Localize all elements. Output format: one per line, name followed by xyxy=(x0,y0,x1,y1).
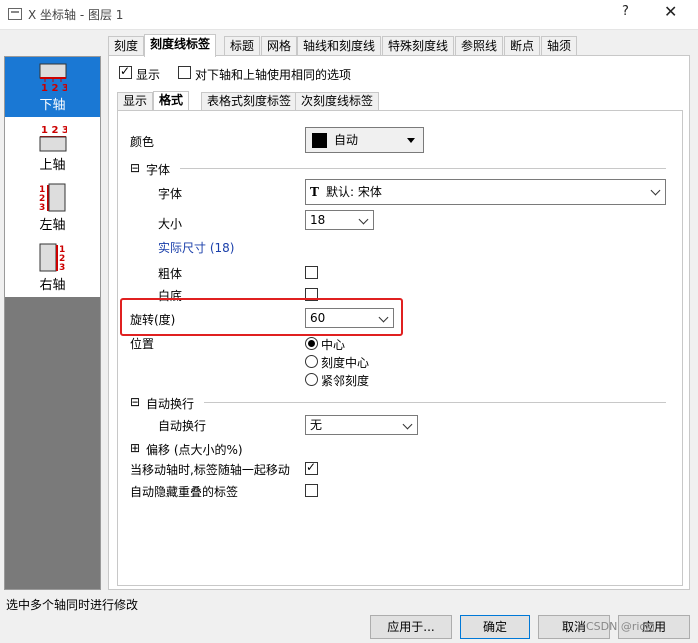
bold-label: 粗体 xyxy=(158,267,183,281)
offset-section-toggle-icon[interactable]: ⊞ xyxy=(130,441,140,455)
wrap-dropdown[interactable]: 无 xyxy=(305,415,418,435)
bold-checkbox[interactable] xyxy=(305,266,318,279)
tab-grid[interactable]: 网格 xyxy=(261,36,298,56)
auto-hide-checkbox[interactable] xyxy=(305,484,318,497)
axis-item-top[interactable]: 1 2 3 上轴 xyxy=(5,117,100,177)
watermark: CSDN @ricki xyxy=(586,620,655,633)
chevron-down-icon xyxy=(402,419,413,430)
tab-breaks[interactable]: 断点 xyxy=(504,36,541,56)
position-label: 位置 xyxy=(130,337,155,351)
svg-text:3: 3 xyxy=(59,263,65,273)
tab-scale[interactable]: 刻度 xyxy=(108,36,145,56)
position-center-radio[interactable] xyxy=(305,337,318,350)
app-icon xyxy=(8,8,22,20)
wrap-section-header: 自动换行 xyxy=(146,397,195,411)
subtab-minor-labels[interactable]: 次刻度线标签 xyxy=(295,92,380,111)
format-panel: 颜色 自动 ⊟ 字体 字体 T 默认: 宋体 大小 18 实际尺寸 (18) 粗… xyxy=(117,110,683,586)
font-dropdown[interactable]: T 默认: 宋体 xyxy=(305,179,666,205)
show-checkbox[interactable] xyxy=(119,64,132,79)
chevron-down-icon xyxy=(358,214,369,225)
position-next-tick-label: 紧邻刻度 xyxy=(321,374,370,388)
font-label: 字体 xyxy=(158,187,183,201)
same-options-checkbox[interactable] xyxy=(178,66,191,79)
bottom-axis-icon: 1 2 3 xyxy=(39,63,67,93)
size-label: 大小 xyxy=(158,217,183,231)
font-section-header: 字体 xyxy=(146,163,171,177)
svg-text:3: 3 xyxy=(39,203,45,213)
axis-label-bottom: 下轴 xyxy=(39,98,66,113)
axis-item-left[interactable]: 1 2 3 左轴 xyxy=(5,177,100,237)
axis-list: 1 2 3 下轴 1 2 3 上轴 1 2 3 左轴 1 2 3 右轴 xyxy=(4,56,101,590)
title-bar: X 坐标轴 - 图层 1 ? ✕ xyxy=(0,0,698,30)
color-dropdown[interactable]: 自动 xyxy=(305,127,424,153)
status-text: 选中多个轴同时进行修改 xyxy=(6,598,139,612)
position-tick-center-radio[interactable] xyxy=(305,355,318,368)
ok-button[interactable]: 确定 xyxy=(460,615,530,639)
position-center-label: 中心 xyxy=(321,338,346,352)
tab-rug[interactable]: 轴须 xyxy=(541,36,578,56)
wrap-value: 无 xyxy=(310,418,323,432)
divider xyxy=(180,168,666,169)
subtab-format[interactable]: 格式 xyxy=(153,91,190,112)
divider xyxy=(204,402,666,403)
move-with-axis-label: 当移动轴时,标签随轴一起移动 xyxy=(130,463,290,477)
dropdown-arrow-icon xyxy=(407,138,415,143)
position-next-tick-radio[interactable] xyxy=(305,373,318,386)
actual-size-link[interactable]: 实际尺寸 (18) xyxy=(158,239,234,256)
chevron-down-icon xyxy=(650,185,661,196)
tab-line-ticks[interactable]: 轴线和刻度线 xyxy=(297,36,382,56)
offset-section-header: 偏移 (点大小的%) xyxy=(146,443,243,457)
tab-reference-lines[interactable]: 参照线 xyxy=(455,36,504,56)
highlight-box xyxy=(120,298,403,336)
font-value: 默认: 宋体 xyxy=(326,185,382,199)
color-swatch xyxy=(312,133,327,148)
auto-hide-label: 自动隐藏重叠的标签 xyxy=(130,485,239,499)
svg-text:1 2 3: 1 2 3 xyxy=(41,83,67,93)
color-value: 自动 xyxy=(334,133,359,147)
axis-item-bottom[interactable]: 1 2 3 下轴 xyxy=(5,57,100,117)
size-dropdown[interactable]: 18 xyxy=(305,210,374,230)
right-axis-icon: 1 2 3 xyxy=(39,243,65,273)
axis-item-right[interactable]: 1 2 3 右轴 xyxy=(5,237,100,297)
help-button[interactable]: ? xyxy=(622,4,629,19)
tab-special-ticks[interactable]: 特殊刻度线 xyxy=(382,36,455,56)
left-axis-icon: 1 2 3 xyxy=(39,183,66,213)
wrap-section-toggle-icon[interactable]: ⊟ xyxy=(130,395,140,409)
size-value: 18 xyxy=(310,213,326,227)
axis-label-left: 左轴 xyxy=(39,218,66,233)
svg-text:1 2 3: 1 2 3 xyxy=(41,125,67,136)
subtab-table-labels[interactable]: 表格式刻度标签 xyxy=(201,92,298,111)
close-button[interactable]: ✕ xyxy=(664,2,677,21)
wrap-label: 自动换行 xyxy=(158,419,207,433)
apply-to-button[interactable]: 应用于... xyxy=(370,615,452,639)
top-axis-icon: 1 2 3 xyxy=(39,125,67,152)
truetype-icon: T xyxy=(310,185,319,199)
axis-label-top: 上轴 xyxy=(39,158,66,173)
subtab-display[interactable]: 显示 xyxy=(117,92,154,111)
color-label: 颜色 xyxy=(130,135,155,149)
position-tick-center-label: 刻度中心 xyxy=(321,356,370,370)
window-title: X 坐标轴 - 图层 1 xyxy=(28,8,124,22)
move-with-axis-checkbox[interactable] xyxy=(305,460,318,475)
font-section-toggle-icon[interactable]: ⊟ xyxy=(130,161,140,175)
same-options-label: 对下轴和上轴使用相同的选项 xyxy=(195,68,352,82)
tab-tick-labels[interactable]: 刻度线标签 xyxy=(144,34,217,57)
axis-label-right: 右轴 xyxy=(39,278,66,293)
show-label: 显示 xyxy=(136,68,161,82)
tab-title[interactable]: 标题 xyxy=(224,36,261,56)
